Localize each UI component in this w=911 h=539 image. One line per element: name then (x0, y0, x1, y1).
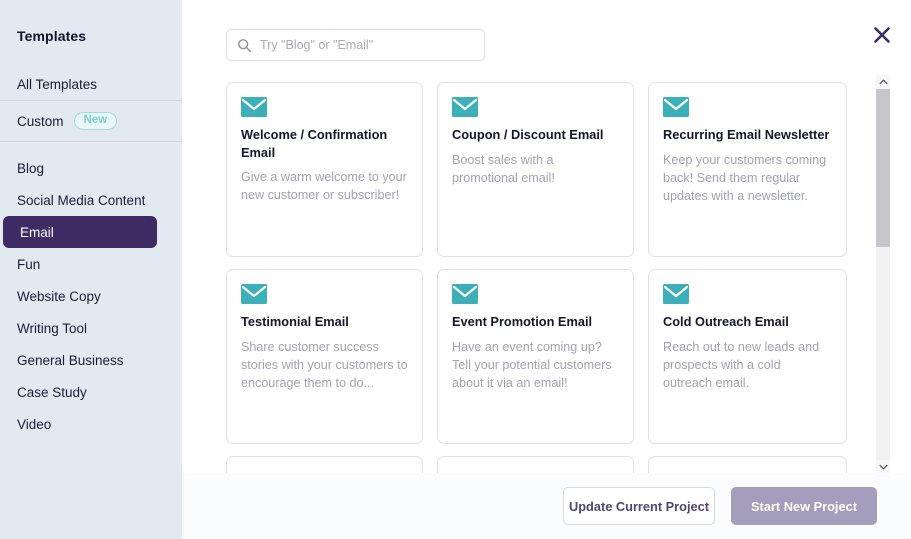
sidebar-all-templates-group: All Templates Custom New (0, 68, 182, 142)
close-icon[interactable] (872, 25, 892, 45)
sidebar-item-general-business[interactable]: General Business (14, 344, 168, 376)
sidebar-item-custom[interactable]: Custom New (0, 101, 182, 141)
template-card-title: Recurring Email Newsletter (663, 126, 832, 144)
search-icon (237, 38, 252, 53)
template-card[interactable]: Recurring Email Newsletter Keep your cus… (648, 82, 847, 257)
template-card[interactable]: Testimonial Email Share customer success… (226, 269, 423, 444)
sidebar-item-label: Fun (17, 257, 40, 272)
sidebar-item-video[interactable]: Video (14, 408, 168, 440)
start-new-project-button[interactable]: Start New Project (731, 487, 877, 525)
template-card-grid: Welcome / Confirmation Email Give a warm… (226, 82, 866, 480)
template-card-title: Cold Outreach Email (663, 313, 832, 331)
template-card-description: Keep your customers coming back! Send th… (663, 151, 832, 205)
search-bar (226, 29, 485, 61)
sidebar-item-fun[interactable]: Fun (14, 248, 168, 280)
template-card-description: Give a warm welcome to your new customer… (241, 168, 408, 204)
update-current-project-button[interactable]: Update Current Project (563, 487, 715, 525)
chevron-up-icon[interactable] (876, 75, 890, 89)
sidebar-item-all-templates[interactable]: All Templates (0, 68, 182, 100)
sidebar-nav: Blog Social Media Content Email Fun Webs… (0, 152, 182, 440)
main-panel: Welcome / Confirmation Email Give a warm… (182, 0, 911, 539)
search-input[interactable] (260, 38, 470, 52)
sidebar-item-label: Video (17, 417, 51, 432)
scrollbar[interactable] (876, 75, 890, 474)
scrollbar-thumb[interactable] (876, 89, 890, 247)
sidebar-item-label: All Templates (17, 77, 97, 92)
template-card-description: Boost sales with a promotional email! (452, 151, 619, 187)
sidebar-item-label: Email (20, 225, 54, 240)
sidebar: Templates All Templates Custom New Blog … (0, 0, 182, 539)
sidebar-item-label: Social Media Content (17, 193, 145, 208)
chevron-down-icon[interactable] (876, 460, 890, 474)
template-card-description: Reach out to new leads and prospects wit… (663, 338, 832, 392)
sidebar-item-label: Case Study (17, 385, 87, 400)
search-box[interactable] (226, 29, 485, 61)
envelope-icon (241, 97, 267, 117)
footer-sidebar-filler (0, 473, 182, 539)
sidebar-item-email[interactable]: Email (3, 216, 157, 248)
sidebar-item-case-study[interactable]: Case Study (14, 376, 168, 408)
template-card-title: Event Promotion Email (452, 313, 619, 331)
sidebar-item-blog[interactable]: Blog (14, 152, 168, 184)
sidebar-item-label: Blog (17, 161, 44, 176)
sidebar-item-label: General Business (17, 353, 124, 368)
envelope-icon (452, 284, 478, 304)
envelope-icon (663, 97, 689, 117)
envelope-icon (663, 284, 689, 304)
envelope-icon (452, 97, 478, 117)
sidebar-item-label: Custom (17, 114, 64, 129)
template-card[interactable]: Coupon / Discount Email Boost sales with… (437, 82, 634, 257)
template-card[interactable]: Cold Outreach Email Reach out to new lea… (648, 269, 847, 444)
scrollbar-track[interactable] (876, 89, 890, 460)
template-card[interactable]: Event Promotion Email Have an event comi… (437, 269, 634, 444)
sidebar-item-social-media-content[interactable]: Social Media Content (14, 184, 168, 216)
template-card[interactable]: Welcome / Confirmation Email Give a warm… (226, 82, 423, 257)
sidebar-item-writing-tool[interactable]: Writing Tool (14, 312, 168, 344)
sidebar-item-label: Website Copy (17, 289, 101, 304)
sidebar-divider-bottom (0, 141, 182, 142)
template-card-title: Welcome / Confirmation Email (241, 126, 408, 161)
template-card-title: Testimonial Email (241, 313, 408, 331)
templates-modal: Templates All Templates Custom New Blog … (0, 0, 911, 539)
sidebar-item-website-copy[interactable]: Website Copy (14, 280, 168, 312)
template-card-title: Coupon / Discount Email (452, 126, 619, 144)
envelope-icon (241, 284, 267, 304)
template-card-description: Have an event coming up? Tell your poten… (452, 338, 619, 392)
sidebar-item-label: Writing Tool (17, 321, 87, 336)
template-card-row: Welcome / Confirmation Email Give a warm… (226, 82, 866, 257)
template-card-row: Testimonial Email Share customer success… (226, 269, 866, 444)
custom-new-badge: New (74, 112, 118, 131)
sidebar-title: Templates (0, 0, 182, 44)
template-card-description: Share customer success stories with your… (241, 338, 408, 392)
footer-actions: Update Current Project Start New Project (182, 473, 911, 539)
